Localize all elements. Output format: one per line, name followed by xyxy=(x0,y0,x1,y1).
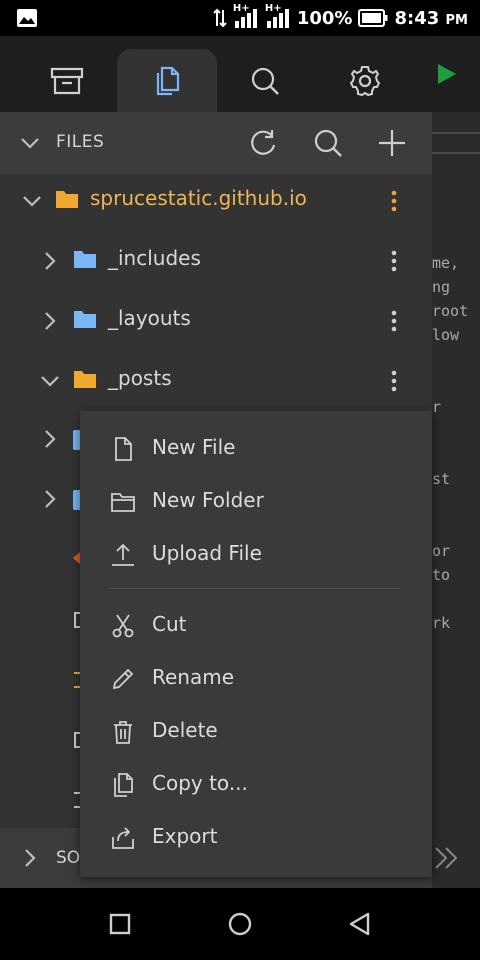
system-nav-bar xyxy=(0,888,480,960)
code-line: or xyxy=(432,542,451,560)
copy-icon xyxy=(114,773,133,797)
home-icon[interactable] xyxy=(224,908,256,940)
menu-item-export[interactable]: Export xyxy=(80,811,432,864)
file-icon xyxy=(115,437,132,461)
tree-item-label: _includes xyxy=(108,246,201,270)
run-icon[interactable] xyxy=(438,64,456,84)
upload-icon xyxy=(112,543,134,566)
signal-icon xyxy=(234,9,257,28)
chevron-down-icon[interactable] xyxy=(22,191,42,211)
share-icon xyxy=(112,827,134,849)
menu-item-cut[interactable]: Cut xyxy=(80,599,432,652)
chevron-right-icon[interactable] xyxy=(40,489,60,509)
files-panel-title: FILES xyxy=(56,132,105,152)
folder-icon xyxy=(111,493,135,512)
clock-ampm: PM xyxy=(445,12,468,28)
clock-time: 8:43 xyxy=(394,7,440,29)
clock: 8:43 PM xyxy=(394,8,468,29)
more-options-icon[interactable] xyxy=(386,369,402,393)
more-options-icon[interactable] xyxy=(386,309,402,333)
editor-toolbar xyxy=(432,36,480,112)
tree-item-label: _posts xyxy=(108,366,172,390)
menu-item-label: Delete xyxy=(152,718,218,742)
battery-percent: 100% xyxy=(296,7,353,29)
tree-item-label: sprucestatic.github.io xyxy=(90,186,307,210)
more-options-icon[interactable] xyxy=(386,249,402,273)
menu-item-label: New Folder xyxy=(152,488,264,512)
code-line: ng xyxy=(432,278,451,296)
tree-item-includes[interactable]: _includes xyxy=(0,231,432,291)
image-notification-icon xyxy=(17,9,37,27)
collapsed-panel-title: SO xyxy=(56,848,81,868)
tree-item-root[interactable]: sprucestatic.github.io xyxy=(0,171,432,231)
menu-item-delete[interactable]: Delete xyxy=(80,705,432,758)
code-line: root xyxy=(432,302,469,320)
file-type-icon xyxy=(73,552,80,564)
chevron-right-icon[interactable] xyxy=(40,429,60,449)
code-line: low xyxy=(432,326,460,344)
editor-scroll-track xyxy=(432,132,480,154)
menu-item-new-folder[interactable]: New Folder xyxy=(80,475,432,528)
sidebar-tabs xyxy=(0,36,432,112)
tab-search[interactable] xyxy=(215,49,315,112)
chevron-right-icon[interactable] xyxy=(20,848,40,868)
tree-item-posts[interactable]: _posts xyxy=(0,351,432,411)
code-line: st xyxy=(432,470,451,488)
pencil-icon xyxy=(112,668,134,690)
menu-item-rename[interactable]: Rename xyxy=(80,652,432,705)
more-options-icon[interactable] xyxy=(386,189,402,213)
chevron-right-icon[interactable] xyxy=(40,311,60,331)
signal-icon-2 xyxy=(266,9,289,28)
menu-item-label: Cut xyxy=(152,612,187,636)
add-icon[interactable] xyxy=(377,128,407,158)
code-line: rk xyxy=(432,614,451,632)
code-line: to xyxy=(432,566,451,584)
menu-item-copy-to[interactable]: Copy to... xyxy=(80,758,432,811)
refresh-icon[interactable] xyxy=(248,128,278,158)
gear-icon xyxy=(349,65,381,96)
menu-item-label: Copy to... xyxy=(152,771,248,795)
tab-files[interactable] xyxy=(117,49,217,112)
search-icon[interactable] xyxy=(313,128,343,158)
back-icon[interactable] xyxy=(344,908,376,940)
folder-icon xyxy=(73,430,80,450)
folder-icon xyxy=(74,251,96,268)
battery-icon xyxy=(358,9,388,27)
files-icon xyxy=(156,66,180,95)
status-bar: H+ H+ 100% 8:43 PM xyxy=(0,0,480,36)
folder-icon xyxy=(74,371,96,388)
status-right: H+ H+ 100% 8:43 PM xyxy=(213,0,468,36)
folder-icon xyxy=(73,490,80,510)
files-panel-header[interactable]: FILES xyxy=(0,112,432,174)
context-menu: New File New Folder Upload File Cut Rena… xyxy=(80,411,432,877)
archive-icon xyxy=(50,67,84,94)
editor-status-area xyxy=(432,828,480,888)
search-icon xyxy=(251,67,279,95)
folder-icon xyxy=(56,191,78,208)
code-line: me, xyxy=(432,254,460,272)
editor-pane[interactable]: me, ng root low r st or to rk xyxy=(432,36,480,828)
chevron-down-icon[interactable] xyxy=(40,371,60,391)
menu-item-label: Rename xyxy=(152,665,235,689)
scissors-icon xyxy=(112,614,134,638)
folder-icon xyxy=(74,311,96,328)
chevron-down-icon[interactable] xyxy=(20,134,40,152)
menu-item-upload-file[interactable]: Upload File xyxy=(80,528,432,581)
tab-settings[interactable] xyxy=(315,49,415,112)
menu-item-label: Upload File xyxy=(152,541,262,565)
tree-item-label: _layouts xyxy=(108,306,191,330)
chevron-right-icon[interactable] xyxy=(40,251,60,271)
menu-divider xyxy=(110,588,400,589)
menu-item-new-file[interactable]: New File xyxy=(80,422,432,475)
menu-item-label: Export xyxy=(152,824,218,848)
trash-icon xyxy=(114,721,132,744)
double-chevron-right-icon[interactable] xyxy=(434,846,462,870)
recents-icon[interactable] xyxy=(104,908,136,940)
data-arrows-icon xyxy=(213,8,227,28)
tab-archive[interactable] xyxy=(17,49,117,112)
code-line: r xyxy=(432,398,442,416)
menu-item-label: New File xyxy=(152,435,236,459)
tree-item-layouts[interactable]: _layouts xyxy=(0,291,432,351)
